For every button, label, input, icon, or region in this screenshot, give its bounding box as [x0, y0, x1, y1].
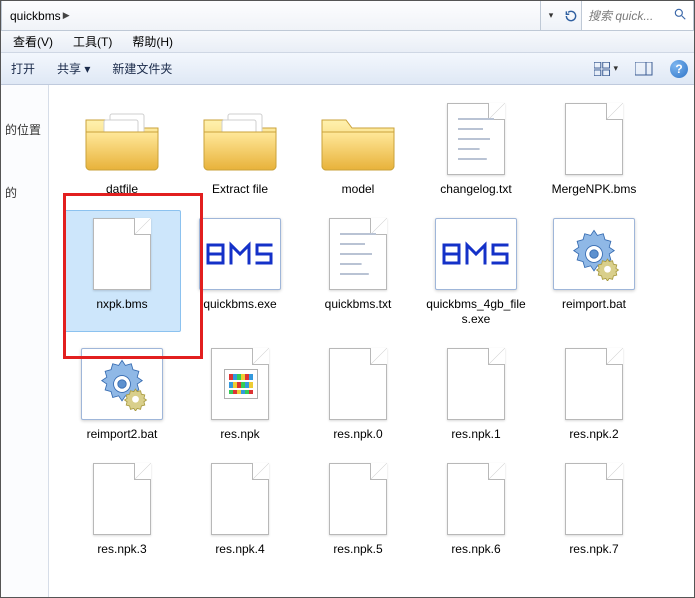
refresh-icon — [564, 9, 578, 23]
view-mode-button[interactable]: ▾ — [594, 58, 618, 80]
nav-sidebar: 的位置 的 — [1, 85, 49, 597]
file-item[interactable]: res.npk.7 — [535, 455, 653, 562]
file-item[interactable]: res.npk.1 — [417, 340, 535, 447]
file-label: reimport.bat — [562, 297, 626, 312]
file-icon — [317, 347, 399, 421]
file-item[interactable]: res.npk.4 — [181, 455, 299, 562]
file-icon — [199, 102, 281, 176]
file-item[interactable]: MergeNPK.bms — [535, 95, 653, 202]
file-item[interactable]: res.npk.2 — [535, 340, 653, 447]
file-label: res.npk.4 — [215, 542, 264, 557]
file-item[interactable]: quickbms.txt — [299, 210, 417, 332]
file-item[interactable]: reimport2.bat — [63, 340, 181, 447]
file-icon — [81, 102, 163, 176]
file-label: res.npk.2 — [569, 427, 618, 442]
preview-pane-button[interactable] — [632, 58, 656, 80]
search-placeholder: 搜索 quick... — [588, 7, 653, 24]
help-button[interactable]: ? — [670, 60, 688, 78]
file-item[interactable]: res.npk.3 — [63, 455, 181, 562]
file-label: MergeNPK.bms — [552, 182, 637, 197]
file-icon — [435, 347, 517, 421]
file-item[interactable]: res.npk — [181, 340, 299, 447]
file-icon — [317, 462, 399, 536]
file-label: res.npk.6 — [451, 542, 500, 557]
file-icon — [553, 217, 635, 291]
file-item[interactable]: datfile — [63, 95, 181, 202]
file-label: res.npk.0 — [333, 427, 382, 442]
search-icon — [673, 7, 687, 24]
file-label: res.npk.3 — [97, 542, 146, 557]
file-icon — [553, 102, 635, 176]
command-toolbar: 打开 共享 ▾ 新建文件夹 ▾ ? — [1, 53, 694, 85]
share-label: 共享 ▾ — [57, 60, 90, 77]
file-label: Extract file — [212, 182, 268, 197]
menu-view[interactable]: 查看(V) — [9, 31, 57, 52]
file-icon — [435, 462, 517, 536]
file-item[interactable]: Extract file — [181, 95, 299, 202]
file-label: quickbms.txt — [325, 297, 392, 312]
file-item[interactable]: changelog.txt — [417, 95, 535, 202]
new-folder-button[interactable]: 新建文件夹 — [108, 58, 176, 79]
chevron-right-icon: ▶ — [61, 10, 72, 21]
file-label: quickbms_4gb_files.exe — [422, 297, 530, 327]
file-item[interactable]: res.npk.5 — [299, 455, 417, 562]
open-button[interactable]: 打开 — [7, 58, 39, 79]
file-label: nxpk.bms — [96, 297, 147, 312]
breadcrumb[interactable]: quickbms ▶ — [1, 1, 541, 31]
content-area: 的位置 的 datfile Extract file model changelo… — [1, 85, 694, 597]
chevron-down-icon: ▾ — [549, 10, 554, 21]
share-button[interactable]: 共享 ▾ — [53, 58, 94, 79]
menu-view-label: 查看(V) — [13, 35, 53, 49]
chevron-down-icon: ▾ — [613, 63, 618, 74]
sidebar-fragment-b[interactable]: 的 — [5, 184, 44, 201]
file-icon — [199, 462, 281, 536]
file-label: res.npk.7 — [569, 542, 618, 557]
menu-tools-label: 工具(T) — [73, 35, 112, 49]
file-label: datfile — [106, 182, 138, 197]
history-dropdown-button[interactable]: ▾ — [541, 1, 561, 30]
breadcrumb-segment[interactable]: quickbms ▶ — [6, 1, 78, 30]
file-item[interactable]: nxpk.bms — [63, 210, 181, 332]
file-label: model — [342, 182, 375, 197]
menu-bar: 查看(V) 工具(T) 帮助(H) — [1, 31, 694, 53]
file-icon — [317, 217, 399, 291]
file-icon — [553, 462, 635, 536]
file-icon — [81, 217, 163, 291]
file-item[interactable]: model — [299, 95, 417, 202]
open-label: 打开 — [11, 60, 35, 77]
file-label: quickbms.exe — [203, 297, 276, 312]
file-icon — [199, 217, 281, 291]
address-bar: quickbms ▶ ▾ 搜索 quick... — [1, 1, 694, 31]
breadcrumb-label: quickbms — [10, 9, 61, 23]
file-item[interactable]: res.npk.0 — [299, 340, 417, 447]
file-icon — [81, 462, 163, 536]
file-label: reimport2.bat — [87, 427, 158, 442]
breadcrumb-nav-buttons: ▾ — [541, 1, 582, 31]
file-label: res.npk.1 — [451, 427, 500, 442]
menu-tools[interactable]: 工具(T) — [69, 31, 116, 52]
tiles-icon — [594, 62, 611, 76]
refresh-button[interactable] — [561, 1, 581, 30]
file-item[interactable]: quickbms.exe — [181, 210, 299, 332]
file-icon — [317, 102, 399, 176]
file-icon — [199, 347, 281, 421]
search-input[interactable]: 搜索 quick... — [582, 1, 694, 31]
menu-help-label: 帮助(H) — [132, 35, 173, 49]
file-icon — [553, 347, 635, 421]
new-folder-label: 新建文件夹 — [112, 60, 172, 77]
file-item[interactable]: reimport.bat — [535, 210, 653, 332]
files-grid: datfile Extract file model changelog.txt M… — [63, 95, 686, 562]
files-pane[interactable]: datfile Extract file model changelog.txt M… — [49, 85, 694, 597]
file-label: res.npk.5 — [333, 542, 382, 557]
file-icon — [435, 217, 517, 291]
file-icon — [435, 102, 517, 176]
sidebar-fragment-a[interactable]: 的位置 — [5, 121, 44, 138]
file-item[interactable]: quickbms_4gb_files.exe — [417, 210, 535, 332]
pane-icon — [635, 62, 653, 76]
file-label: changelog.txt — [440, 182, 511, 197]
menu-help[interactable]: 帮助(H) — [128, 31, 177, 52]
file-icon — [81, 347, 163, 421]
file-label: res.npk — [220, 427, 259, 442]
file-item[interactable]: res.npk.6 — [417, 455, 535, 562]
